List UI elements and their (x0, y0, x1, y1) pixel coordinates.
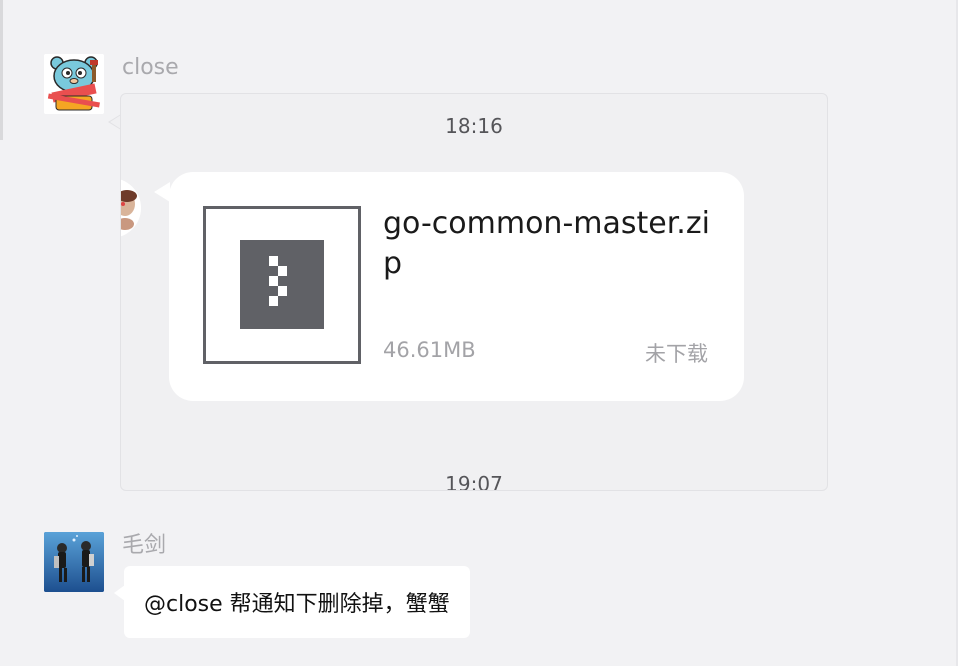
file-card-tail (154, 182, 170, 202)
sender-avatar-maojian[interactable] (44, 532, 104, 592)
avatar-icon (121, 179, 141, 237)
sender-name: close (122, 55, 179, 80)
zip-archive-icon (203, 206, 361, 364)
download-status: 未下载 (645, 342, 708, 366)
text-message-bubble[interactable]: @close 帮通知下删除掉，蟹蟹 (124, 566, 470, 638)
chat-record-bubble[interactable]: 18:16 go-common-master.zip 46.61MB 未下载 1… (120, 93, 828, 491)
divers-photo-avatar-icon (44, 532, 104, 592)
gopher-avatar-icon (44, 54, 104, 114)
file-attachment-card[interactable]: go-common-master.zip 46.61MB 未下载 (169, 172, 744, 401)
message-timestamp: 18:16 (445, 114, 503, 138)
file-name: go-common-master.zip (383, 206, 710, 281)
window-edge (0, 0, 3, 140)
sender-avatar-close[interactable] (44, 54, 104, 114)
inner-avatar (121, 178, 141, 238)
file-size: 46.61MB (383, 338, 476, 362)
message-timestamp: 19:07 (445, 472, 503, 491)
sender-name: 毛剑 (122, 533, 167, 558)
